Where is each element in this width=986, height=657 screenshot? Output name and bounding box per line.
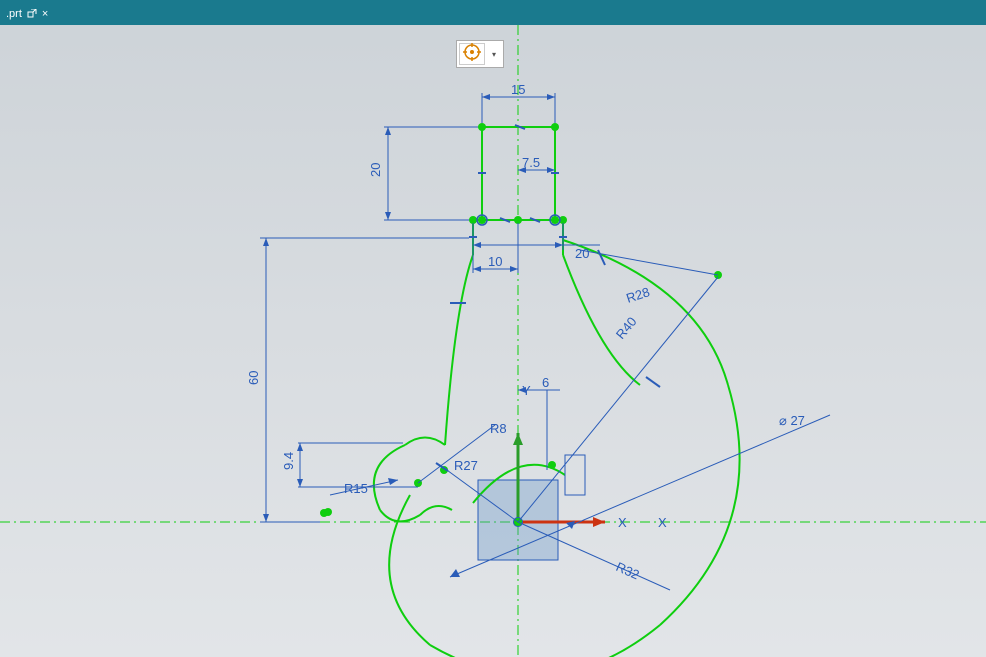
external-icon [26, 8, 38, 20]
dim-r27: R27 [454, 458, 478, 473]
dim-r28: R28 [624, 284, 651, 306]
dim-10: 10 [488, 254, 502, 269]
dim-15: 15 [511, 82, 525, 97]
file-tab[interactable]: .prt × [0, 3, 54, 25]
dim-r8: R8 [490, 421, 507, 436]
tab-bar: .prt × [0, 3, 986, 25]
axis-label-x2: X [658, 515, 667, 530]
point-tool-button[interactable] [459, 43, 485, 65]
dim-20h: 20 [575, 246, 589, 261]
tab-filename: .prt [6, 8, 22, 20]
dim-9-4: 9.4 [281, 452, 296, 470]
dim-r40: R40 [613, 314, 640, 342]
chevron-down-icon: ▾ [492, 50, 496, 59]
dim-7-5: 7.5 [522, 155, 540, 170]
dim-60: 60 [246, 371, 261, 385]
dim-6: 6 [542, 375, 549, 390]
dim-r32: R32 [614, 559, 642, 582]
sketch-toolbar: ▾ [456, 40, 504, 68]
canvas[interactable]: ▾ [0, 25, 986, 657]
close-tab-icon[interactable]: × [42, 8, 48, 20]
target-icon [463, 43, 481, 66]
sketch-drawing: X X Y 15 20 7.5 10 20 [0, 25, 986, 657]
dim-20v: 20 [368, 163, 383, 177]
tool-dropdown[interactable]: ▾ [487, 50, 501, 59]
axis-label-x: X [618, 515, 627, 530]
dim-dia27: ⌀ 27 [779, 413, 805, 428]
dim-r15: R15 [344, 481, 368, 496]
